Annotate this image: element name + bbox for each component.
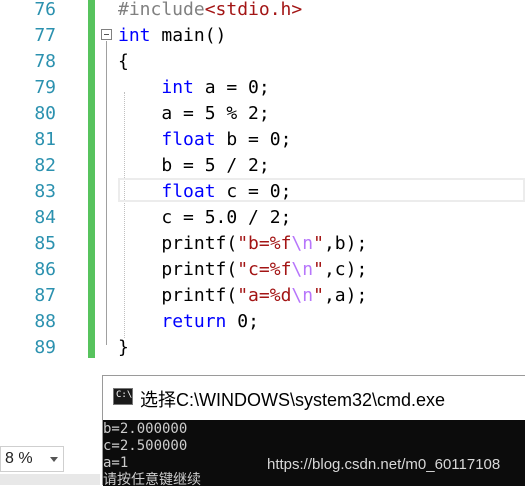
line-number: 76 xyxy=(34,0,56,20)
horizontal-scrollbar[interactable] xyxy=(0,474,100,485)
code-line[interactable]: float b = 0; xyxy=(118,127,291,153)
cmd-title: 选择C:\WINDOWS\system32\cmd.exe xyxy=(140,390,446,410)
line-number: 80 xyxy=(34,103,56,124)
change-tracking-bar xyxy=(88,0,95,358)
code-token: return xyxy=(161,311,227,332)
code-token: " xyxy=(313,259,324,280)
code-token: int xyxy=(118,25,151,46)
code-token: float xyxy=(161,129,216,150)
code-token: ,a); xyxy=(323,285,368,306)
code-token: "b=%f xyxy=(237,233,292,254)
watermark: https://blog.csdn.net/m0_60117108 xyxy=(267,456,501,473)
code-token: } xyxy=(118,337,129,358)
code-token: a = 0; xyxy=(193,77,270,98)
code-token: "a=%d xyxy=(237,285,292,306)
cmd-icon: C:\ xyxy=(113,388,133,405)
code-token: #include xyxy=(118,0,205,20)
code-line[interactable]: return 0; xyxy=(118,309,259,335)
code-line[interactable]: } xyxy=(118,335,129,361)
code-token: 0; xyxy=(226,311,259,332)
line-number: 77 xyxy=(34,25,56,46)
code-token: "c=%f xyxy=(237,259,292,280)
code-token: c = 5.0 / 2; xyxy=(118,207,292,228)
code-token: printf( xyxy=(118,233,238,254)
console-line: a=1 xyxy=(103,455,129,471)
code-token: \n xyxy=(291,233,314,254)
code-line[interactable]: printf("c=%f\n",c); xyxy=(118,257,367,283)
code-line[interactable]: printf("b=%f\n",b); xyxy=(118,231,367,257)
code-token: a = 5 % 2; xyxy=(118,103,270,124)
cmd-titlebar[interactable]: C:\ 选择C:\WINDOWS\system32\cmd.exe xyxy=(103,376,525,420)
code-token: ,c); xyxy=(323,259,368,280)
line-number: 86 xyxy=(34,259,56,280)
code-token: <stdio.h> xyxy=(204,0,303,20)
code-line[interactable]: c = 5.0 / 2; xyxy=(118,205,291,231)
chevron-down-icon[interactable] xyxy=(50,457,58,462)
code-token: ,b); xyxy=(323,233,368,254)
code-line[interactable]: float c = 0; xyxy=(118,179,291,205)
line-number: 88 xyxy=(34,311,56,332)
code-line[interactable]: a = 5 % 2; xyxy=(118,101,270,127)
zoom-dropdown[interactable]: 8 % xyxy=(0,446,64,472)
code-token: \n xyxy=(291,285,314,306)
console-line: 请按任意键继续 xyxy=(103,472,201,486)
line-number: 81 xyxy=(34,129,56,150)
code-line[interactable]: { xyxy=(118,49,129,75)
code-token: c = 0; xyxy=(215,181,292,202)
console-line: c=2.500000 xyxy=(103,438,188,454)
code-line[interactable]: b = 5 / 2; xyxy=(118,153,270,179)
code-token: printf( xyxy=(118,285,238,306)
code-token: { xyxy=(118,51,129,72)
code-token: " xyxy=(313,233,324,254)
line-number: 78 xyxy=(34,51,56,72)
code-token: printf( xyxy=(118,259,238,280)
code-token: " xyxy=(313,285,324,306)
code-token: main() xyxy=(150,25,227,46)
console-line: b=2.000000 xyxy=(103,421,188,437)
zoom-value: 8 % xyxy=(5,450,33,467)
line-number: 87 xyxy=(34,285,56,306)
line-number: 89 xyxy=(34,337,56,358)
line-number: 83 xyxy=(34,181,56,202)
code-line[interactable]: int a = 0; xyxy=(118,75,270,101)
code-token: int xyxy=(161,77,194,98)
line-number: 79 xyxy=(34,77,56,98)
code-editor[interactable]: #include<stdio.h> int main(){ int a = 0; … xyxy=(0,0,525,370)
console-output[interactable]: b=2.000000 c=2.500000 a=1 请按任意键继续 xyxy=(103,420,525,486)
code-line[interactable]: #include<stdio.h> xyxy=(118,0,302,23)
collapse-icon[interactable] xyxy=(101,29,112,40)
code-token: b = 5 / 2; xyxy=(118,155,270,176)
code-token: b = 0; xyxy=(215,129,292,150)
code-line[interactable]: int main() xyxy=(118,23,226,49)
fold-outline xyxy=(106,41,107,345)
line-number: 84 xyxy=(34,207,56,228)
line-number: 85 xyxy=(34,233,56,254)
code-token: \n xyxy=(291,259,314,280)
code-line[interactable]: printf("a=%d\n",a); xyxy=(118,283,367,309)
line-number: 82 xyxy=(34,155,56,176)
code-token: float xyxy=(161,181,216,202)
